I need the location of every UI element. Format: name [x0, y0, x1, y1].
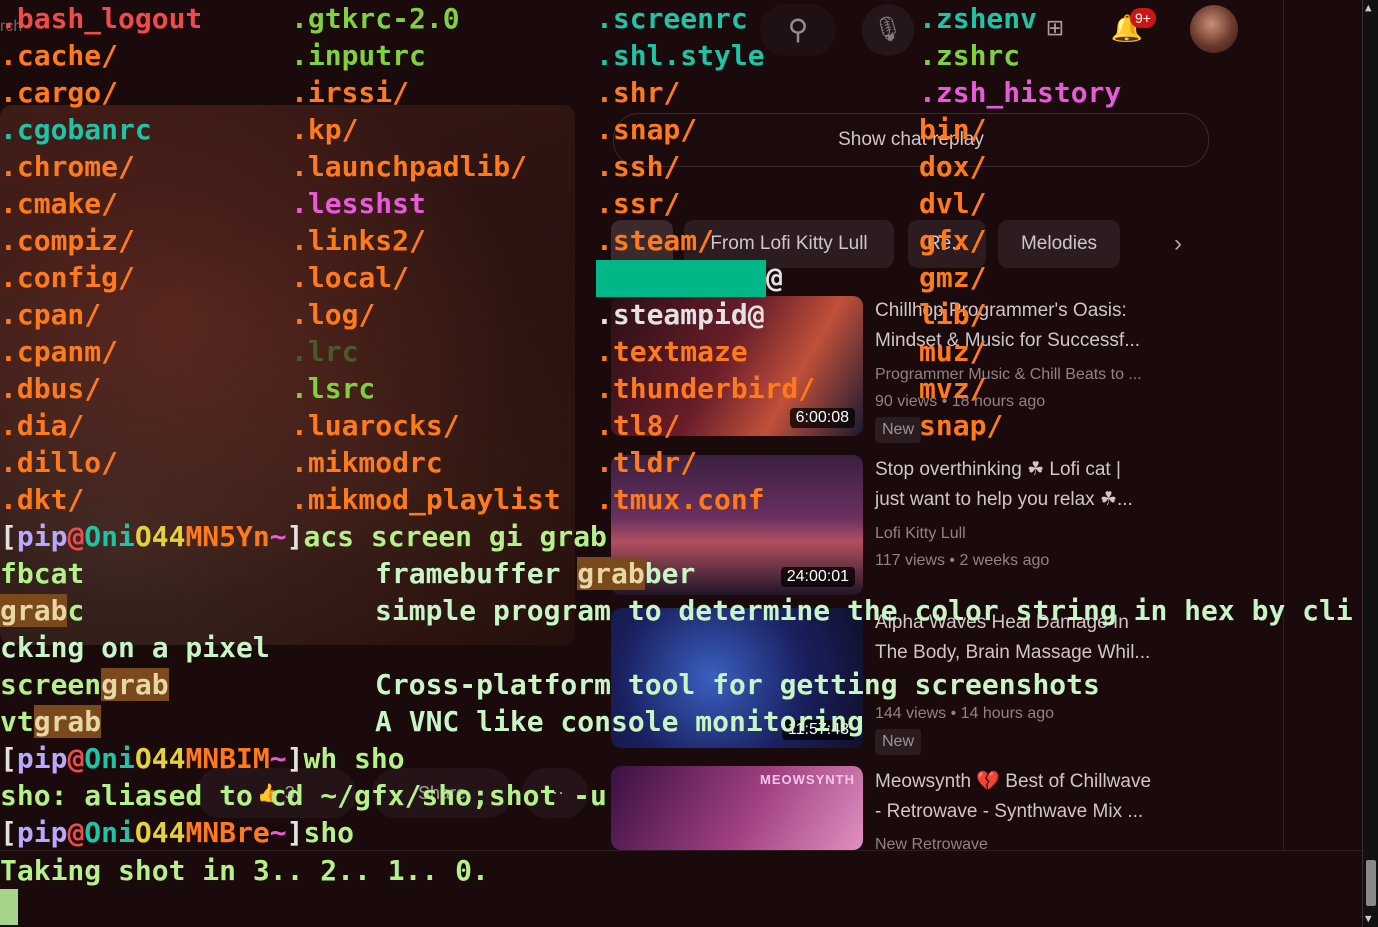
video-thumbnail[interactable]: MEOWSYNTH: [611, 766, 863, 850]
scrollbar-thumb[interactable]: [1366, 860, 1376, 906]
video-thumbnail[interactable]: 6:00:08: [611, 296, 863, 436]
create-video-icon[interactable]: ⊞: [1038, 12, 1072, 44]
search-label-ghost: rch: [0, 18, 23, 35]
chip-all[interactable]: [611, 220, 673, 268]
mic-icon[interactable]: 🎙: [862, 4, 914, 56]
new-badge: New: [875, 417, 921, 443]
video-channel[interactable]: New Retrowave: [875, 836, 988, 854]
video-duration: 11:57:43: [781, 720, 855, 740]
browser-background: rch ⚲ 🎙 ⊞ 🔔 9+ Show chat replay From Lof…: [0, 0, 1378, 927]
avatar[interactable]: [1190, 5, 1238, 53]
video-thumbnail[interactable]: 24:00:01: [611, 455, 863, 595]
chip-melodies[interactable]: Melodies: [998, 220, 1120, 268]
divider: [0, 850, 1362, 851]
notification-badge: 9+: [1130, 8, 1156, 28]
video-duration: 24:00:01: [780, 567, 855, 587]
video-title[interactable]: Stop overthinking ☘ Lofi cat | just want …: [875, 455, 1185, 515]
chevron-right-icon[interactable]: ›: [1160, 226, 1196, 262]
video-title[interactable]: Chillhop Programmer's Oasis: Mindset & Mu…: [875, 296, 1185, 356]
video-meta: 144 views • 14 hours ago: [875, 705, 1055, 722]
video-player[interactable]: [0, 105, 575, 645]
video-channel[interactable]: Programmer Music & Chill Beats to ...: [875, 366, 1142, 384]
more-button[interactable]: ⋯: [522, 768, 588, 818]
video-title[interactable]: Meowsynth 💔 Best of Chillwave - Retrowave…: [875, 767, 1185, 827]
like-button[interactable]: 👍 3: [196, 768, 356, 818]
video-title[interactable]: Alpha Waves Heal Damage In The Body, Brai…: [875, 608, 1185, 668]
show-chat-replay-button[interactable]: Show chat replay: [613, 113, 1209, 167]
scroll-up-icon[interactable]: ▲: [1365, 2, 1377, 14]
scroll-down-icon[interactable]: ▼: [1365, 913, 1377, 925]
video-channel[interactable]: Lofi Kitty Lull: [875, 525, 966, 543]
video-thumbnail[interactable]: 11:57:43: [611, 608, 863, 748]
video-meta: 90 views • 18 hours ago: [875, 393, 1046, 410]
video-meta: 117 views • 2 weeks ago: [875, 552, 1050, 569]
thumbnail-label: MEOWSYNTH: [760, 772, 855, 787]
divider: [1283, 0, 1284, 850]
chip-from-lofi-kitty-lull[interactable]: From Lofi Kitty Lull: [684, 220, 894, 268]
chip-relaxing[interactable]: Re...: [908, 220, 986, 268]
share-button[interactable]: Share: [372, 768, 512, 818]
search-icon[interactable]: ⚲: [760, 4, 836, 56]
scrollbar[interactable]: ▲ ▼: [1362, 0, 1378, 927]
video-duration: 6:00:08: [789, 408, 855, 428]
new-badge: New: [875, 729, 921, 755]
